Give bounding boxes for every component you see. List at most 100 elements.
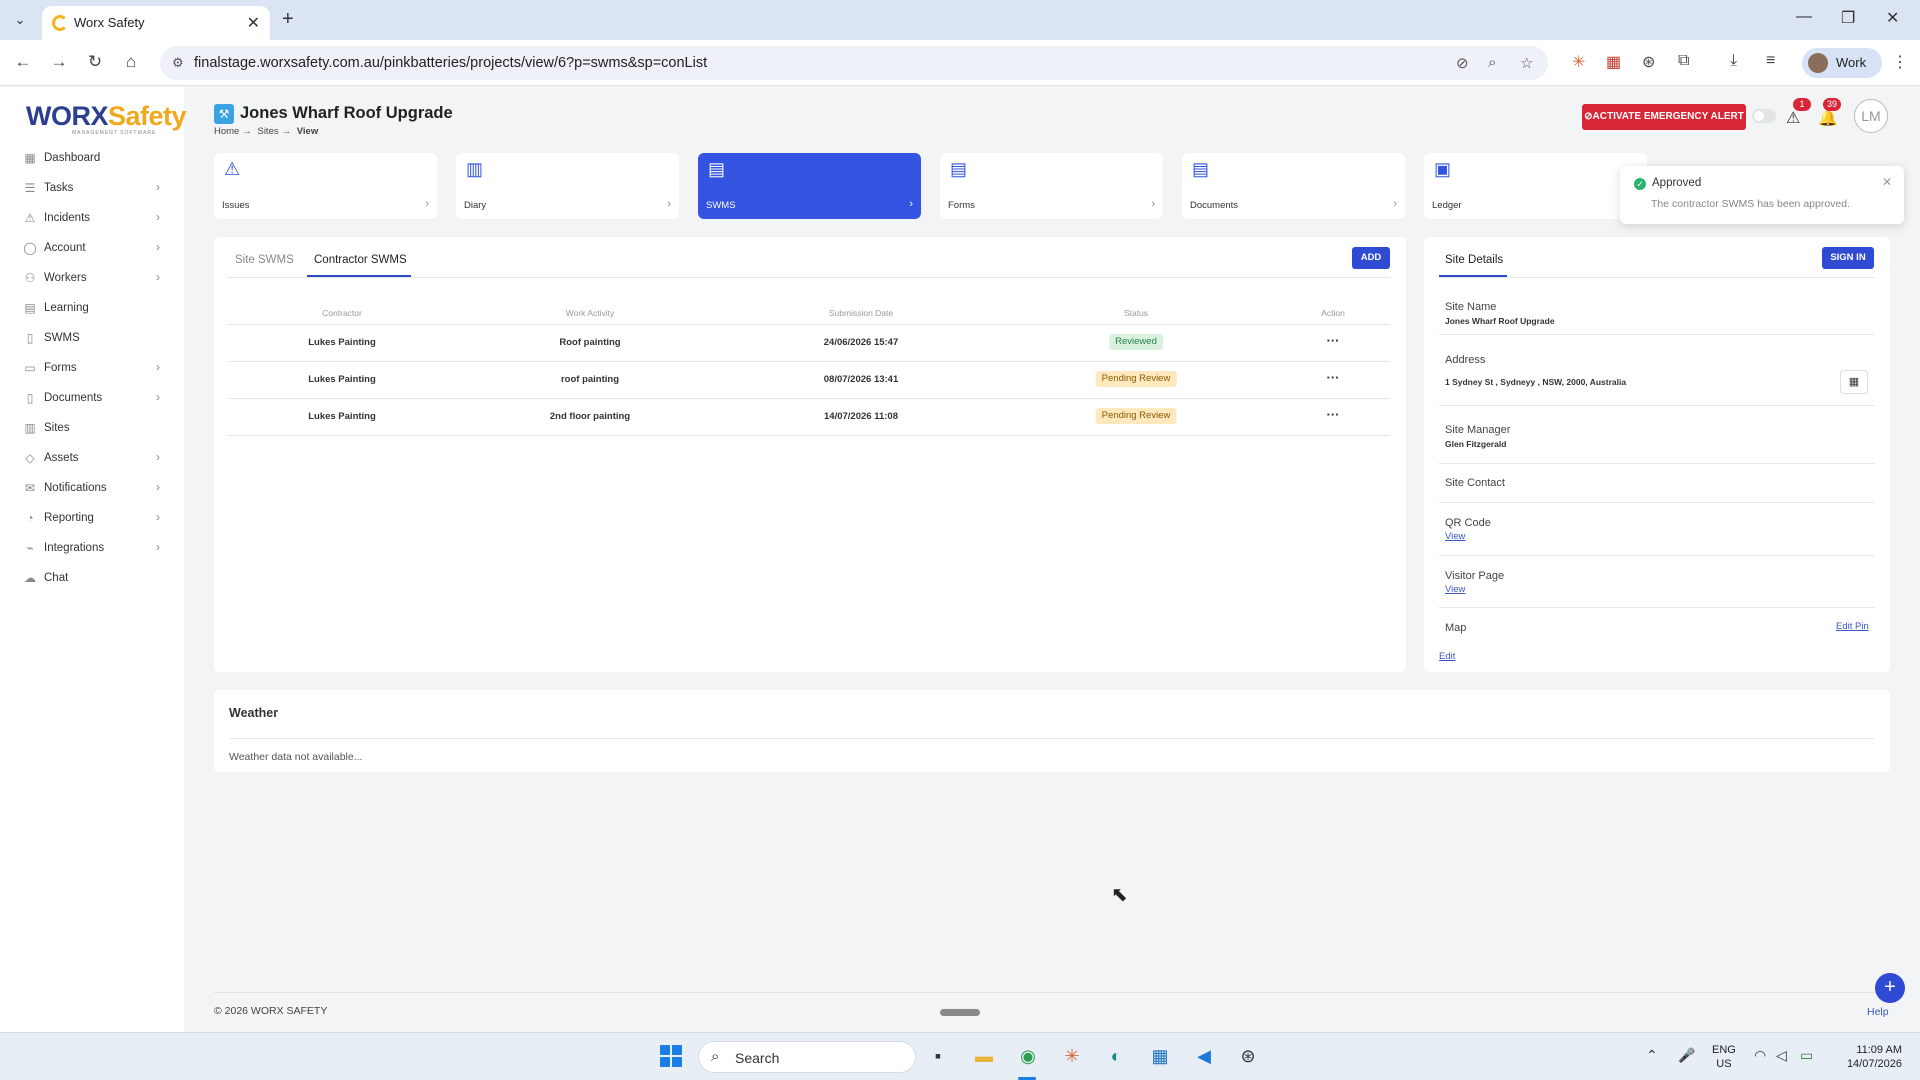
browser-tab[interactable]: Worx Safety ✕ xyxy=(42,6,270,40)
sidebar-item-incidents[interactable]: ⚠ Incidents › xyxy=(0,204,184,234)
sign-in-button[interactable]: SIGN IN xyxy=(1822,247,1874,269)
openai-extension-icon[interactable]: ⊛ xyxy=(1642,52,1655,72)
sidebar-item-learning[interactable]: ▤ Learning xyxy=(0,294,184,324)
qr-code-view-link[interactable]: View xyxy=(1445,531,1465,542)
help-plus-button[interactable]: + xyxy=(1875,973,1905,1003)
restore-icon[interactable]: ❐ xyxy=(1841,8,1855,28)
site-manager-value: Glen Fitzgerald xyxy=(1445,439,1507,449)
task-view-icon[interactable]: ▪ xyxy=(925,1043,951,1069)
emergency-toggle[interactable] xyxy=(1752,109,1776,123)
breadcrumb-home[interactable]: Home xyxy=(214,126,239,137)
map-edit-link[interactable]: Edit xyxy=(1439,651,1455,662)
calculator-icon[interactable]: ▦ xyxy=(1147,1043,1173,1069)
module-card-diary[interactable]: ▥ Diary › xyxy=(456,153,679,219)
sidebar-item-workers[interactable]: ⚇ Workers › xyxy=(0,264,184,294)
tab-search-dropdown-icon[interactable]: ⌄ xyxy=(10,10,30,30)
module-card-ledger[interactable]: ▣ Ledger › xyxy=(1424,153,1647,219)
system-clock[interactable]: 11:09 AM 14/07/2026 xyxy=(1822,1043,1902,1071)
zoom-icon[interactable]: ⌕ xyxy=(1488,54,1496,71)
browser-toolbar: ← → ↻ ⌂ ⚙ finalstage.worxsafety.com.au/p… xyxy=(0,40,1920,86)
microphone-icon[interactable]: 🎤 xyxy=(1678,1047,1695,1064)
toast-close-icon[interactable]: ✕ xyxy=(1882,175,1892,189)
row-actions-menu-icon[interactable]: ··· xyxy=(1327,407,1340,422)
visitor-page-view-link[interactable]: View xyxy=(1445,584,1465,595)
sidebar-item-notifications[interactable]: ✉ Notifications › xyxy=(0,474,184,504)
module-card-documents[interactable]: ▤ Documents › xyxy=(1182,153,1405,219)
site-info-icon[interactable]: ⚙ xyxy=(172,55,184,71)
back-icon[interactable]: ← xyxy=(12,52,34,72)
window-close-icon[interactable]: ✕ xyxy=(1886,8,1899,28)
file-explorer-icon[interactable]: ▬ xyxy=(971,1043,997,1069)
tab-contractor-swms[interactable]: Contractor SWMS xyxy=(314,254,407,266)
cell-submission-date: 08/07/2026 13:41 xyxy=(823,374,899,385)
breadcrumb-view: View xyxy=(296,126,319,137)
edit-pin-link[interactable]: Edit Pin xyxy=(1836,621,1869,632)
edge-icon[interactable]: ◐ xyxy=(1103,1043,1129,1069)
sidebar-item-tasks[interactable]: ☰ Tasks › xyxy=(0,174,184,204)
chatgpt-icon[interactable]: ⊛ xyxy=(1235,1043,1261,1069)
url-text[interactable]: finalstage.worxsafety.com.au/pinkbatteri… xyxy=(194,55,707,71)
help-label[interactable]: Help xyxy=(1867,1006,1889,1018)
bookmark-star-icon[interactable]: ☆ xyxy=(1520,54,1533,72)
user-avatar[interactable]: LM xyxy=(1854,99,1888,133)
module-card-issues[interactable]: ⚠ Issues › xyxy=(214,153,437,219)
toast-message: The contractor SWMS has been approved. xyxy=(1651,198,1851,210)
tray-chevron-up-icon[interactable]: ⌃ xyxy=(1646,1047,1658,1064)
sidebar-item-forms[interactable]: ▭ Forms › xyxy=(0,354,184,384)
detail-divider xyxy=(1439,502,1875,503)
breadcrumb-sites[interactable]: Sites xyxy=(257,126,278,137)
windows-start-icon[interactable] xyxy=(660,1045,682,1067)
sidebar-item-swms[interactable]: ▯ SWMS xyxy=(0,324,184,354)
wifi-icon[interactable]: ◠ xyxy=(1754,1047,1766,1064)
claude-extension-icon[interactable]: ✳ xyxy=(1572,52,1585,72)
sidebar-item-chat[interactable]: ☁ Chat xyxy=(0,564,184,594)
chevron-right-icon: › xyxy=(156,390,160,404)
language-indicator[interactable]: ENG US xyxy=(1712,1043,1736,1071)
sidebar-item-dashboard[interactable]: ▦ Dashboard xyxy=(0,144,184,174)
module-card-forms[interactable]: ▤ Forms › xyxy=(940,153,1163,219)
tab-site-swms[interactable]: Site SWMS xyxy=(235,254,294,266)
browser-menu-icon[interactable]: ⋮ xyxy=(1892,52,1908,72)
vscode-icon[interactable]: ◀ xyxy=(1191,1043,1217,1069)
map-icon[interactable]: ▦ xyxy=(1840,370,1868,394)
battery-icon[interactable]: ▭ xyxy=(1800,1047,1813,1064)
sidebar-item-account[interactable]: ◯ Account › xyxy=(0,234,184,264)
sidebar-item-label: Account xyxy=(44,242,86,254)
module-card-swms[interactable]: ▤ SWMS › xyxy=(698,153,921,219)
calendar-extension-icon[interactable]: ▦ xyxy=(1606,52,1621,72)
sidebar-item-integrations[interactable]: ⌁ Integrations › xyxy=(0,534,184,564)
chevron-right-icon: › xyxy=(156,180,160,194)
sidebar-item-assets[interactable]: ◇ Assets › xyxy=(0,444,184,474)
horizontal-scrollbar[interactable] xyxy=(940,1009,980,1016)
alert-triangle-icon[interactable]: ⚠ xyxy=(1786,108,1800,128)
home-icon[interactable]: ⌂ xyxy=(120,52,142,72)
row-actions-menu-icon[interactable]: ··· xyxy=(1327,370,1340,385)
tab-divider xyxy=(1439,277,1875,278)
sidebar-item-documents[interactable]: ▯ Documents › xyxy=(0,384,184,414)
chart-icon: ◔ xyxy=(26,511,34,525)
minimize-icon[interactable]: — xyxy=(1796,8,1812,26)
address-bar[interactable]: ⚙ finalstage.worxsafety.com.au/pinkbatte… xyxy=(160,46,1548,80)
sidebar-item-sites[interactable]: ▥ Sites xyxy=(0,414,184,444)
volume-icon[interactable]: ◁ xyxy=(1776,1047,1787,1064)
row-actions-menu-icon[interactable]: ··· xyxy=(1327,333,1340,348)
sidebar-item-reporting[interactable]: ◔ Reporting › xyxy=(0,504,184,534)
forward-icon[interactable]: → xyxy=(48,52,70,72)
new-tab-icon[interactable]: + xyxy=(282,8,294,31)
eye-off-icon[interactable]: ⊘ xyxy=(1456,54,1469,72)
extensions-puzzle-icon[interactable]: ⧉ xyxy=(1678,52,1689,70)
reload-icon[interactable]: ↻ xyxy=(84,52,106,72)
tab-site-details[interactable]: Site Details xyxy=(1445,254,1503,266)
worx-safety-logo[interactable]: WORXSafety xyxy=(26,101,187,132)
activate-emergency-alert-button[interactable]: ⊘ACTIVATE EMERGENCY ALERT xyxy=(1582,104,1746,130)
profile-button[interactable]: Work xyxy=(1802,48,1882,78)
bell-icon[interactable]: 🔔 xyxy=(1818,108,1838,128)
claude-icon[interactable]: ✳ xyxy=(1059,1043,1085,1069)
chrome-icon[interactable]: ◉ xyxy=(1015,1043,1041,1069)
sidebar-item-label: Sites xyxy=(44,422,70,434)
tab-close-icon[interactable]: ✕ xyxy=(247,13,260,33)
add-swms-button[interactable]: ADD xyxy=(1352,247,1390,269)
taskbar-search[interactable]: ⌕ Search xyxy=(698,1041,916,1073)
media-controls-icon[interactable]: ≡ xyxy=(1766,52,1775,70)
downloads-icon[interactable]: ⤓ xyxy=(1730,52,1737,70)
